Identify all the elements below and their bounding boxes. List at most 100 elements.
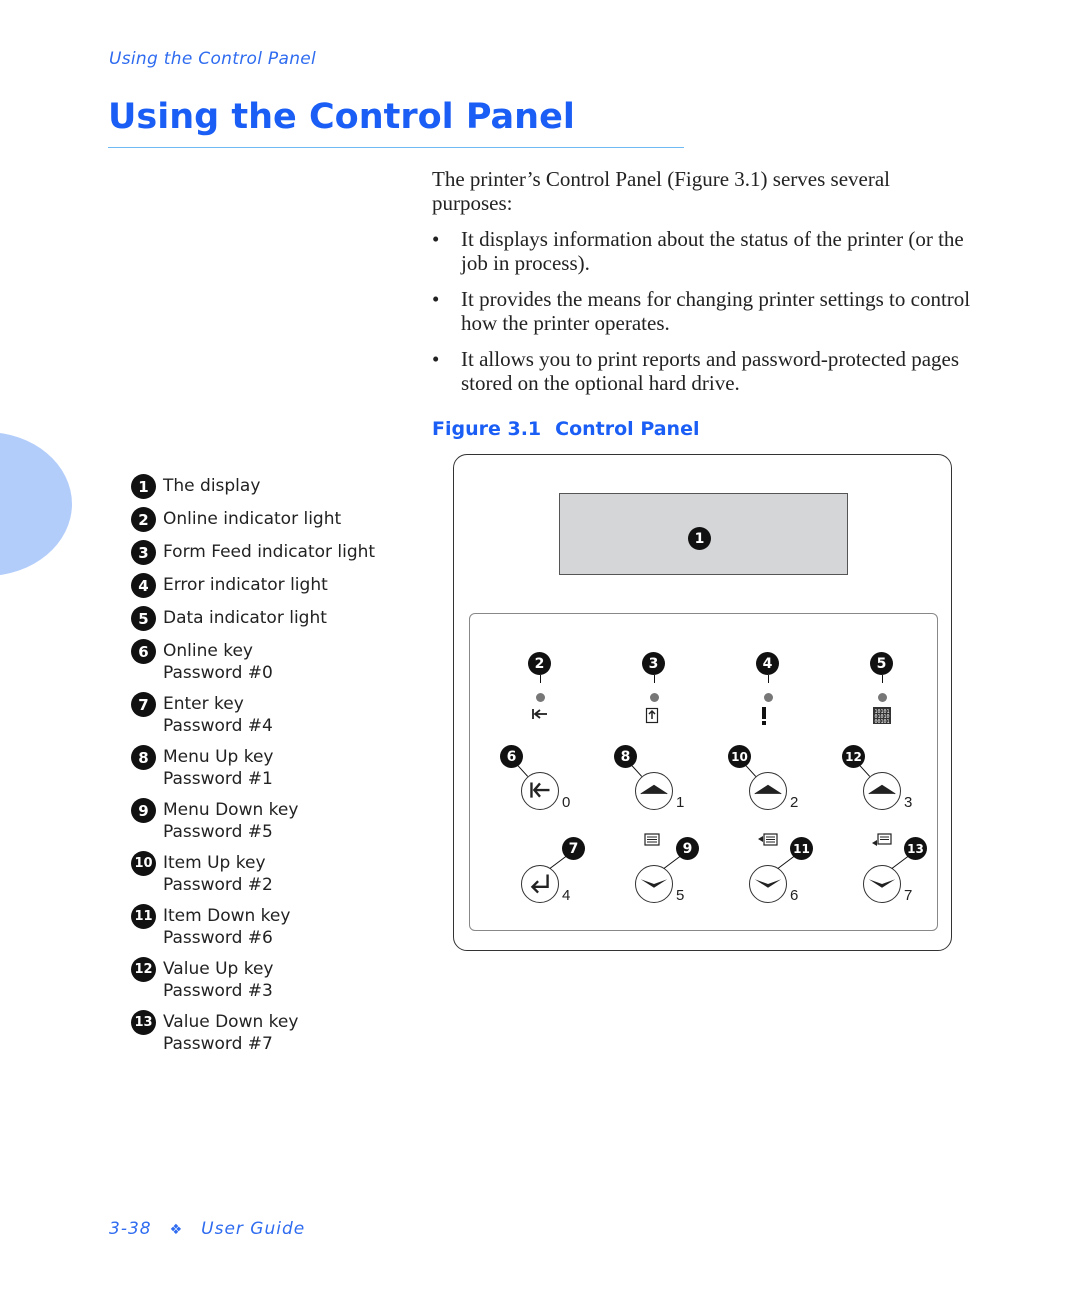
chevron-up-icon: [640, 784, 668, 795]
legend-label: Value Up key: [163, 959, 274, 979]
chevron-down-key[interactable]: [635, 865, 673, 903]
legend-item: 3 Form Feed indicator light: [131, 540, 376, 565]
legend-label: Online indicator light: [163, 509, 342, 529]
password-digit: 3: [904, 794, 913, 811]
legend-item: 8 Menu Up key Password #1: [131, 745, 375, 790]
number-badge: 8: [131, 745, 156, 770]
legend-item: 11 Item Down key Password #6: [131, 904, 375, 949]
indicator-led: [649, 693, 659, 702]
separator-icon: ❖: [169, 1222, 184, 1238]
list-item: • It allows you to print reports and pass…: [432, 347, 960, 395]
number-badge: 7: [131, 692, 156, 717]
legend-label: Error indicator light: [163, 575, 328, 595]
intro-paragraph: The printer’s Control Panel (Figure 3.1)…: [432, 167, 890, 215]
legend-password: Password #2: [163, 875, 273, 895]
enter-key-key[interactable]: [521, 865, 559, 903]
legend-label: The display: [163, 476, 261, 496]
page-footer: 3-38 ❖ User Guide: [109, 1219, 305, 1239]
legend-item: 13 Value Down key Password #7: [131, 1010, 375, 1055]
item-list-icon: [758, 832, 778, 846]
password-digit: 0: [562, 794, 571, 811]
legend-label: Form Feed indicator light: [163, 542, 376, 562]
number-badge: 5: [131, 606, 156, 631]
legend-password: Password #5: [163, 822, 273, 842]
legend-item: 6 Online key Password #0: [131, 639, 375, 684]
error-exclamation-icon: [759, 707, 777, 725]
password-digit: 4: [562, 887, 571, 904]
number-badge: 1: [131, 474, 156, 499]
legend-item: 4 Error indicator light: [131, 573, 375, 598]
callout-badge: 2: [528, 652, 551, 675]
callout-leader: [540, 675, 541, 683]
callout-badge: 1: [688, 527, 711, 550]
number-badge: 9: [131, 798, 156, 823]
number-badge: 10: [131, 851, 156, 876]
legend-label: Menu Up key: [163, 747, 274, 767]
list-item: • It provides the means for changing prin…: [432, 287, 971, 335]
number-badge: 11: [131, 904, 156, 929]
password-digit: 7: [904, 887, 913, 904]
legend-password: Password #0: [163, 663, 273, 683]
indicator-led: [535, 693, 545, 702]
legend-item: 10 Item Up key Password #2: [131, 851, 375, 896]
chevron-up-icon: [754, 784, 782, 795]
figure-title: Control Panel: [555, 418, 700, 440]
chevron-up-key[interactable]: [749, 772, 787, 810]
running-head: Using the Control Panel: [109, 49, 317, 69]
callout-badge: 4: [756, 652, 779, 675]
bullet-icon: •: [432, 347, 440, 371]
figure-legend: 1 The display 2 Online indicator light 3 Form…: [131, 474, 376, 1064]
chevron-down-key[interactable]: [749, 865, 787, 903]
control-panel-diagram: 1 2 3 4 5 10101 01010 00101 0 6 1 8 2 10 3 12 4 7 5 9 6 11 7 1…: [453, 454, 952, 951]
chevron-down-icon: [868, 879, 896, 888]
legend-password: Password #4: [163, 716, 273, 736]
svg-text:00101: 00101: [874, 719, 889, 725]
indicator-led: [877, 693, 887, 702]
legend-label: Online key: [163, 641, 253, 661]
password-digit: 5: [676, 887, 685, 904]
callout-badge: 10: [728, 745, 751, 768]
online-arrow-icon: [531, 707, 549, 725]
legend-item: 2 Online indicator light: [131, 507, 375, 532]
password-digit: 6: [790, 887, 799, 904]
bullet-icon: •: [432, 227, 440, 251]
figure-number: Figure 3.1: [432, 418, 542, 440]
purpose-list: • It displays information about the statu…: [432, 227, 972, 395]
legend-item: 1 The display: [131, 474, 375, 499]
chapter-tab: [0, 432, 72, 576]
intro-section: The printer’s Control Panel (Figure 3.1)…: [432, 167, 972, 407]
chevron-down-icon: [754, 879, 782, 888]
online-key-icon: [530, 782, 550, 798]
legend-item: 5 Data indicator light: [131, 606, 375, 631]
form-feed-icon: [645, 707, 663, 725]
menu-list-icon: [644, 832, 664, 846]
password-digit: 1: [676, 794, 685, 811]
callout-badge: 6: [500, 745, 523, 768]
legend-label: Enter key: [163, 694, 244, 714]
number-badge: 12: [131, 957, 156, 982]
doc-title: User Guide: [201, 1219, 306, 1239]
chevron-down-icon: [640, 879, 668, 888]
callout-badge: 3: [642, 652, 665, 675]
online-key-key[interactable]: [521, 772, 559, 810]
legend-label: Data indicator light: [163, 608, 327, 628]
password-digit: 2: [790, 794, 799, 811]
bullet-icon: •: [432, 287, 440, 311]
legend-item: 7 Enter key Password #4: [131, 692, 375, 737]
chevron-up-key[interactable]: [635, 772, 673, 810]
data-binary-icon: 10101 01010 00101: [873, 707, 891, 725]
number-badge: 13: [131, 1010, 156, 1035]
chevron-up-key[interactable]: [863, 772, 901, 810]
indicator-led: [763, 693, 773, 702]
callout-leader: [768, 675, 769, 683]
legend-label: Item Up key: [163, 853, 266, 873]
page-number: 3-38: [109, 1219, 152, 1239]
callout-leader: [882, 675, 883, 683]
chevron-down-key[interactable]: [863, 865, 901, 903]
keypad-area: 2 3 4 5 10101 01010 00101 0 6 1 8 2 10 3 12 4 7 5 9 6 11 7 13: [469, 613, 938, 931]
chevron-up-icon: [868, 784, 896, 795]
number-badge: 4: [131, 573, 156, 598]
list-item: • It displays information about the statu…: [432, 227, 964, 275]
callout-badge: 12: [842, 745, 865, 768]
legend-item: 9 Menu Down key Password #5: [131, 798, 375, 843]
